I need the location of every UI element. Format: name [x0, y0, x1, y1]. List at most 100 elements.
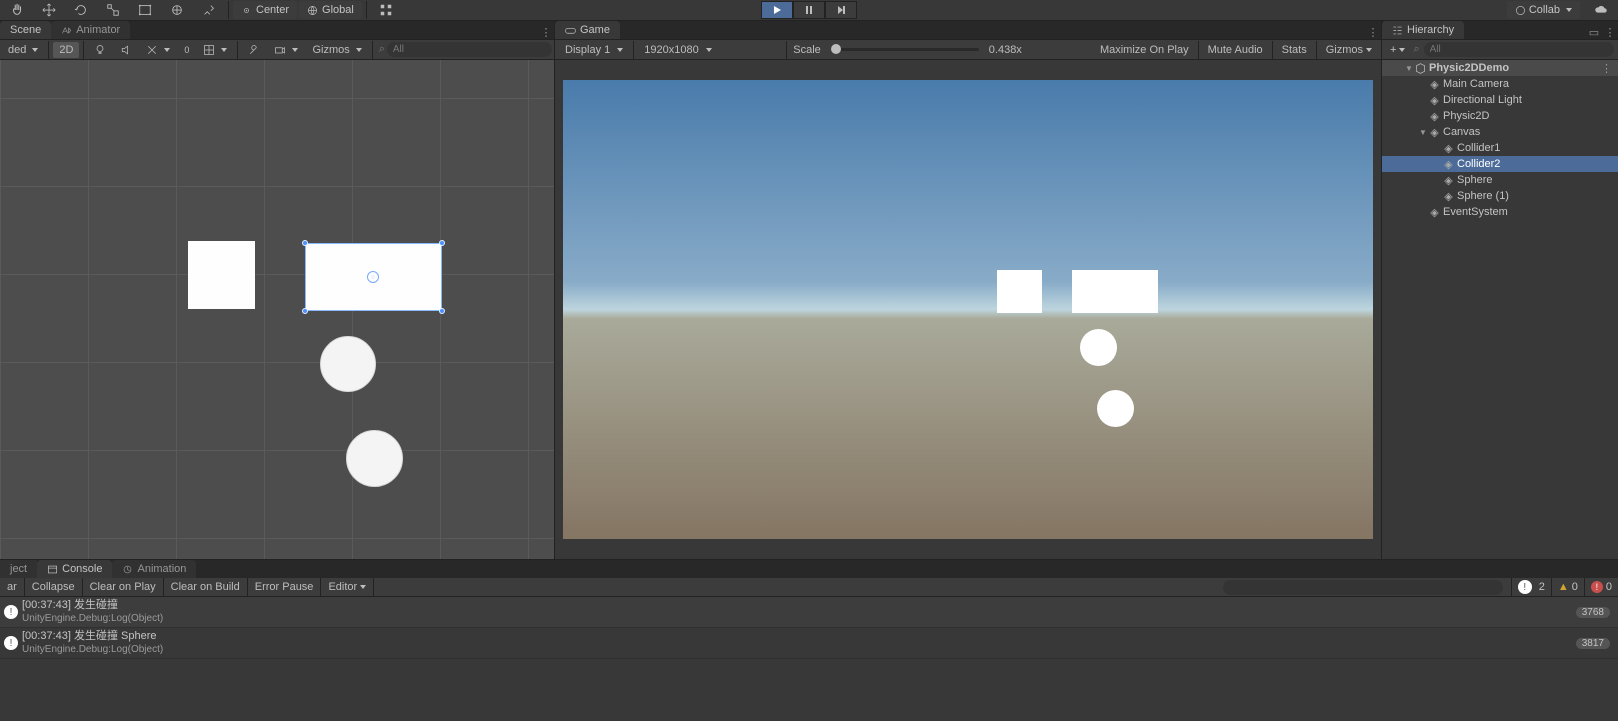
hier-item-canvas[interactable]: ▼◈Canvas: [1382, 124, 1618, 140]
error-count-toggle[interactable]: !0: [1584, 578, 1618, 597]
scene-toolbar: ded 2D 0 Gizmos ⌕: [0, 40, 554, 60]
cube-icon: ◈: [1442, 174, 1455, 187]
clear-on-build-toggle[interactable]: Clear on Build: [164, 578, 248, 597]
hier-item[interactable]: ◈Sphere: [1382, 172, 1618, 188]
log-entry[interactable]: ! [00:37:43] 发生碰撞 SphereUnityEngine.Debu…: [0, 628, 1618, 659]
2d-toggle[interactable]: 2D: [53, 42, 79, 58]
tab-animation[interactable]: Animation: [112, 560, 196, 578]
hier-scene[interactable]: ▼Physic2DDemo⋮: [1382, 60, 1618, 76]
error-icon: !: [1591, 581, 1603, 593]
hier-item[interactable]: ◈Main Camera: [1382, 76, 1618, 92]
create-dropdown[interactable]: +: [1386, 44, 1409, 56]
play-controls: [761, 1, 857, 19]
anchor-indicator-icon: [367, 271, 379, 283]
tab-game[interactable]: Game: [555, 21, 620, 39]
camera-icon: [274, 44, 286, 56]
cloud-button[interactable]: [1586, 1, 1616, 19]
tab-hierarchy[interactable]: Hierarchy: [1382, 21, 1464, 39]
search-icon: ⌕: [379, 43, 385, 56]
rect-tool[interactable]: [130, 1, 160, 19]
search-icon: ⌕: [1413, 43, 1419, 56]
audio-toggle[interactable]: [114, 42, 138, 58]
hierarchy-search-input[interactable]: [1424, 42, 1614, 57]
cube-icon: ◈: [1428, 206, 1441, 219]
scene-tab-menu[interactable]: ⋮: [538, 26, 554, 39]
tab-console[interactable]: Console: [37, 560, 112, 578]
log-count-badge: 3817: [1576, 638, 1610, 649]
clear-on-play-toggle[interactable]: Clear on Play: [83, 578, 164, 597]
tab-scene[interactable]: Scene: [0, 21, 51, 39]
pivot-toggle[interactable]: Center: [233, 1, 297, 19]
game-gizmos-toggle[interactable]: Gizmos: [1323, 44, 1375, 56]
gv-collider2: [1072, 270, 1158, 313]
layers-toggle[interactable]: [197, 42, 233, 58]
error-pause-toggle[interactable]: Error Pause: [248, 578, 322, 597]
tab-animator[interactable]: Animator: [51, 21, 130, 39]
gizmos-dd[interactable]: Gizmos: [306, 42, 367, 58]
game-icon: [565, 25, 576, 36]
pause-button[interactable]: [793, 1, 825, 19]
cube-icon: ◈: [1428, 110, 1441, 123]
scale-tool[interactable]: [98, 1, 128, 19]
game-tab-menu[interactable]: ⋮: [1365, 26, 1381, 39]
handle-toggle[interactable]: Global: [299, 1, 362, 19]
move-tool[interactable]: [34, 1, 64, 19]
visibility-toggle[interactable]: 0: [178, 42, 195, 58]
play-button[interactable]: [761, 1, 793, 19]
camera-dd[interactable]: [268, 42, 304, 58]
cube-icon: ◈: [1442, 190, 1455, 203]
step-button[interactable]: [825, 1, 857, 19]
clear-button[interactable]: ar: [0, 578, 25, 597]
warn-count-toggle[interactable]: ▲0: [1551, 578, 1584, 597]
scene-view[interactable]: [0, 60, 554, 559]
rotate-tool[interactable]: [66, 1, 96, 19]
scene-search-input[interactable]: [387, 42, 552, 57]
tab-project[interactable]: ject: [0, 560, 37, 578]
maximize-toggle[interactable]: Maximize On Play: [1097, 44, 1192, 56]
hier-item[interactable]: ◈Sphere (1): [1382, 188, 1618, 204]
resolution-dropdown[interactable]: 1920x1080: [640, 44, 780, 56]
mute-toggle[interactable]: Mute Audio: [1205, 44, 1266, 56]
game-toolbar: Display 1 1920x1080 Scale 0.438x Maximiz…: [555, 40, 1381, 60]
hier-expand[interactable]: ▭: [1586, 26, 1602, 39]
cube-icon: ◈: [1442, 142, 1455, 155]
hier-item[interactable]: ◈Directional Light: [1382, 92, 1618, 108]
custom-tool[interactable]: [194, 1, 224, 19]
tools-dd[interactable]: [242, 42, 266, 58]
stats-toggle[interactable]: Stats: [1279, 44, 1310, 56]
info-icon: !: [4, 636, 18, 650]
collapse-toggle[interactable]: Collapse: [25, 578, 83, 597]
lighting-toggle[interactable]: [88, 42, 112, 58]
warn-icon: ▲: [1558, 581, 1569, 593]
scene-menu[interactable]: ⋮: [1601, 62, 1612, 75]
scale-slider[interactable]: [831, 48, 979, 51]
scene-obj-sphere[interactable]: [320, 336, 376, 392]
log-entry[interactable]: ! [00:37:43] 发生碰撞UnityEngine.Debug:Log(O…: [0, 597, 1618, 628]
collab-button[interactable]: Collab: [1507, 1, 1580, 19]
info-icon: !: [4, 605, 18, 619]
unity-icon: [1414, 63, 1427, 74]
bottom-tab-strip: ject Console Animation: [0, 560, 1618, 578]
display-dropdown[interactable]: Display 1: [561, 44, 627, 56]
grid-icon: [203, 44, 215, 56]
transform-tool[interactable]: [162, 1, 192, 19]
console-search-input[interactable]: [1223, 580, 1503, 595]
hierarchy-tab-menu[interactable]: ⋮: [1602, 26, 1618, 39]
hier-item[interactable]: ◈EventSystem: [1382, 204, 1618, 220]
info-count-toggle[interactable]: !2: [1511, 578, 1551, 597]
hier-item[interactable]: ◈Physic2D: [1382, 108, 1618, 124]
shading-mode[interactable]: ded: [2, 42, 44, 58]
fx-toggle[interactable]: [140, 42, 176, 58]
scene-obj-sphere-1[interactable]: [346, 430, 403, 487]
hier-item[interactable]: ◈Collider1: [1382, 140, 1618, 156]
animation-icon: [122, 564, 133, 575]
hand-tool[interactable]: [2, 1, 32, 19]
hier-item-selected[interactable]: ◈Collider2: [1382, 156, 1618, 172]
hierarchy-icon: [1392, 25, 1403, 36]
pivot-label: Center: [256, 4, 289, 16]
fx-icon: [146, 44, 158, 56]
collab-icon: [1515, 5, 1526, 16]
snap-toggle[interactable]: [371, 1, 401, 19]
editor-dropdown[interactable]: Editor: [321, 578, 374, 597]
scene-obj-collider1[interactable]: [188, 241, 255, 309]
